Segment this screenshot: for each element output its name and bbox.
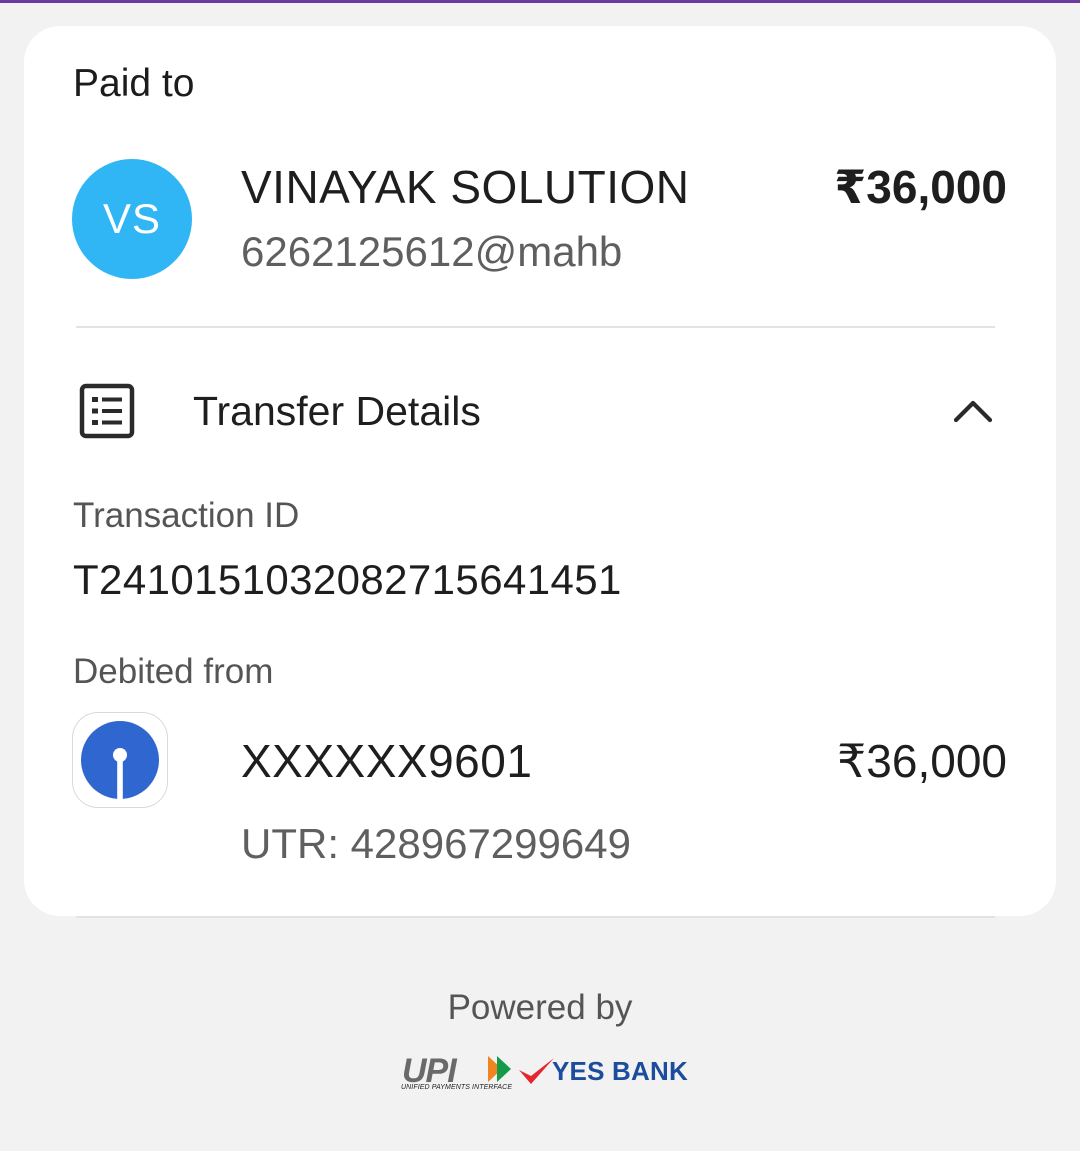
card-bottom-divider <box>76 916 995 918</box>
payee-name: VINAYAK SOLUTION <box>241 161 690 213</box>
transaction-id-label: Transaction ID <box>73 496 300 535</box>
paid-amount: ₹36,000 <box>834 161 1007 213</box>
yes-bank-text: YES BANK <box>552 1055 688 1086</box>
payee-vpa: 6262125612@mahb <box>241 228 623 275</box>
paid-to-label: Paid to <box>73 62 195 105</box>
powered-by-label: Powered by <box>447 988 633 1027</box>
debited-amount: ₹36,000 <box>837 735 1007 787</box>
yes-bank-logo: YES BANK <box>516 1054 688 1088</box>
top-accent-strip <box>0 0 1080 3</box>
debited-account-number: XXXXXX9601 <box>241 735 533 787</box>
sbi-bank-logo <box>72 712 168 808</box>
upi-tagline: UNIFIED PAYMENTS INTERFACE <box>401 1084 513 1091</box>
receipt-list-icon <box>79 383 135 439</box>
chevron-up-icon[interactable] <box>950 392 996 428</box>
transaction-id-value[interactable]: T2410151032082715641451 <box>73 556 622 604</box>
utr-number[interactable]: UTR: 428967299649 <box>241 820 631 868</box>
section-divider <box>76 326 995 328</box>
payee-avatar: VS <box>72 159 192 279</box>
debited-from-label: Debited from <box>73 652 274 691</box>
transfer-details-title[interactable]: Transfer Details <box>193 388 481 435</box>
sbi-logo-icon <box>81 721 159 799</box>
avatar-initials: VS <box>102 195 162 242</box>
yes-bank-tick-icon <box>519 1058 554 1084</box>
